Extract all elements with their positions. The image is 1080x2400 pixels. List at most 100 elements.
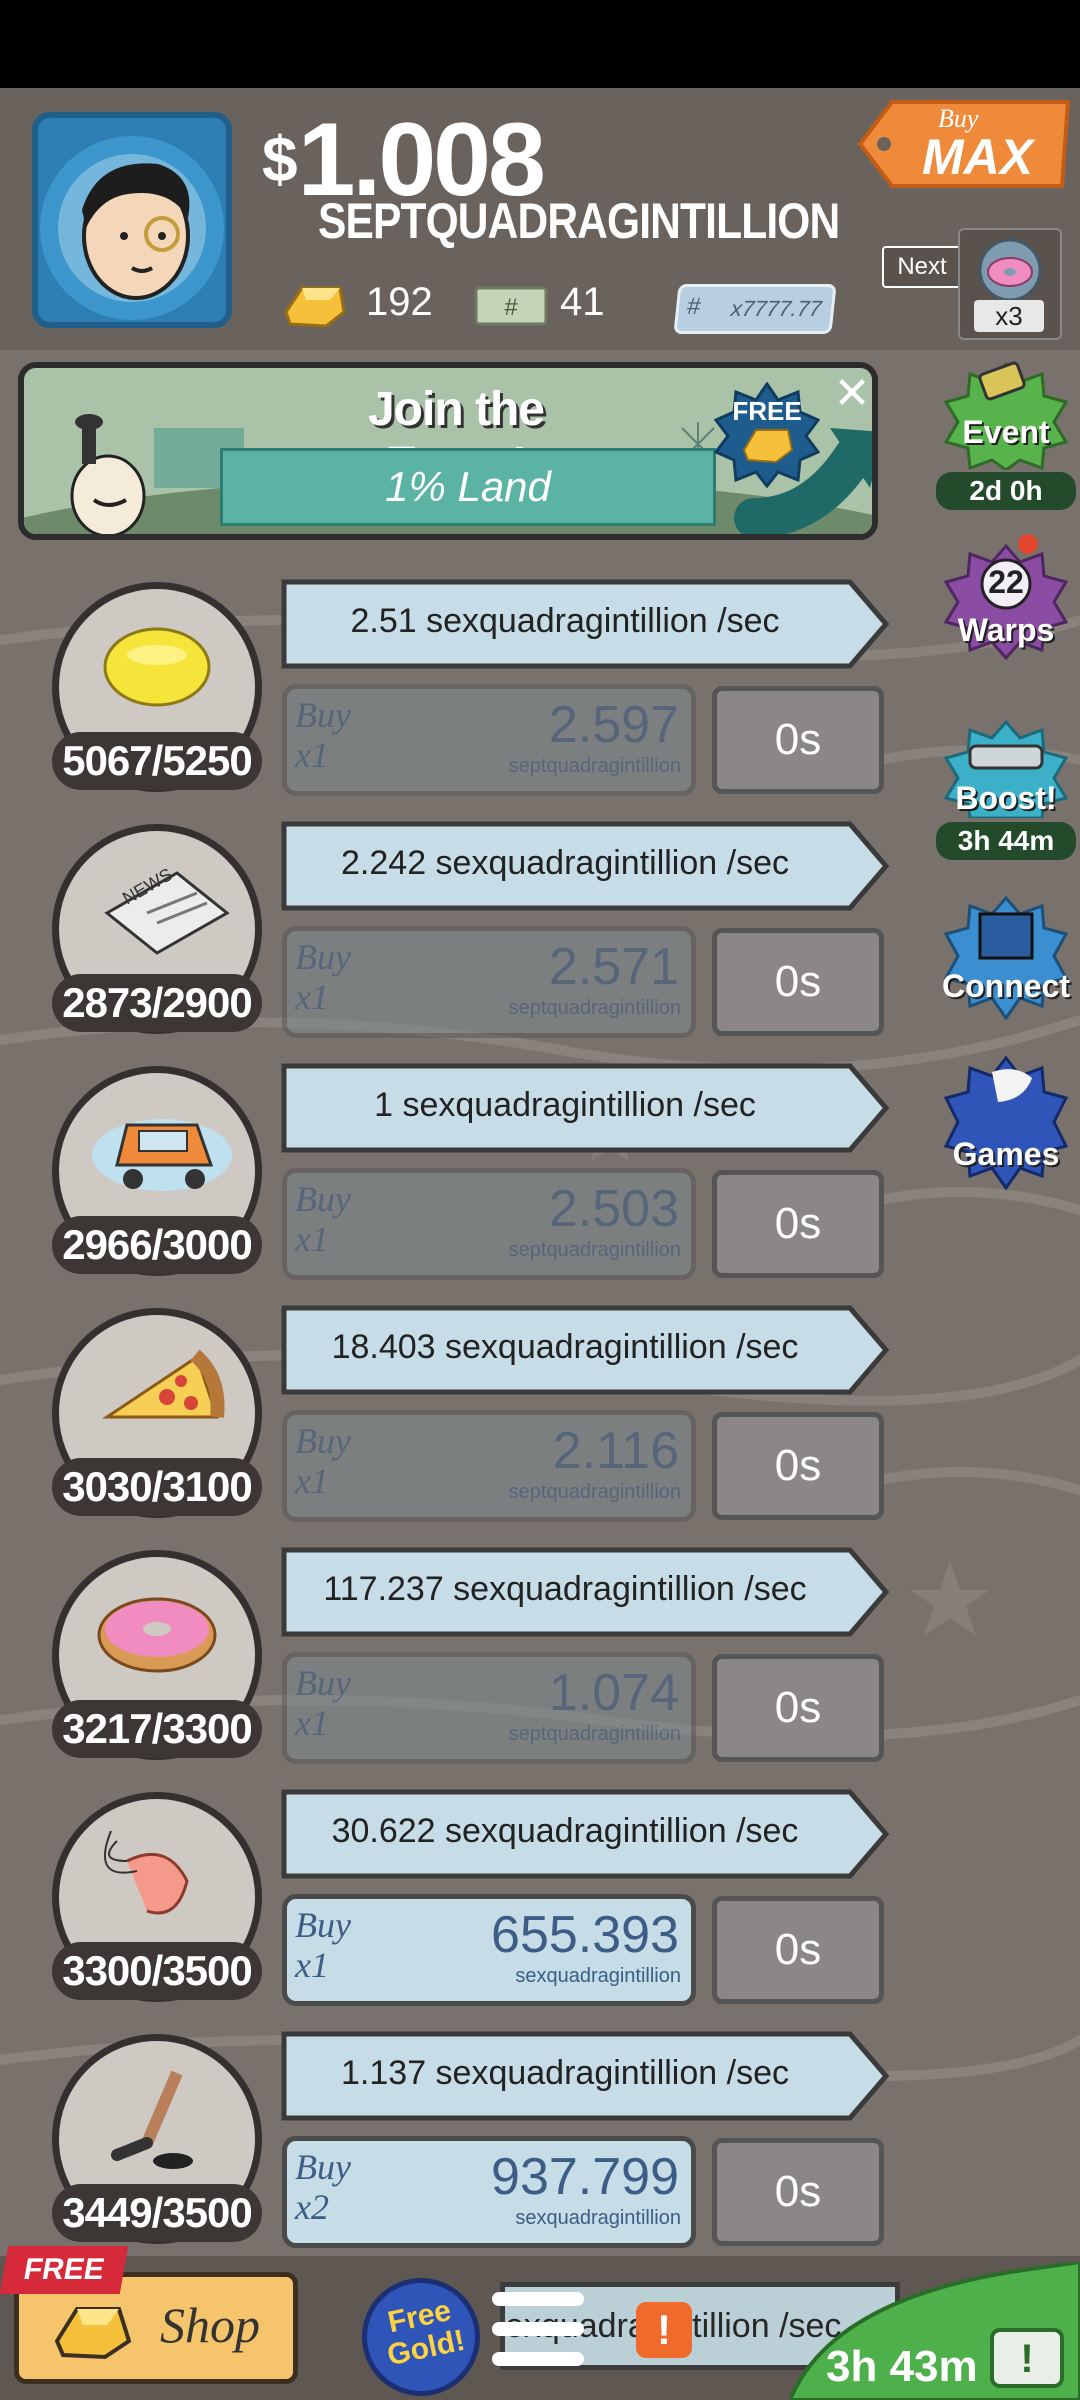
- bill-ticket[interactable]: # x7777.77: [673, 284, 837, 334]
- hockey-icon: [111, 2070, 193, 2169]
- money-unit: SEPTQUADRAGINTILLION: [318, 193, 840, 249]
- buy-cost: 937.799: [491, 2148, 679, 2206]
- connect-label: Connect: [942, 968, 1070, 1004]
- hamburger-menu-icon[interactable]: [492, 2288, 584, 2370]
- next-multiplier: x3: [974, 300, 1044, 332]
- games-label: Games: [952, 1136, 1060, 1172]
- business-rate: 1.137 sexquadragintillion /sec: [341, 2054, 789, 2092]
- close-icon[interactable]: ✕: [832, 372, 872, 416]
- alert-icon[interactable]: !: [636, 2302, 692, 2358]
- buy-label: Buy x1: [295, 1421, 351, 1501]
- connect-button[interactable]: Connect: [936, 894, 1076, 1024]
- games-badge-icon: [943, 1055, 1069, 1191]
- free-badge-label: FREE: [732, 396, 802, 426]
- buy-cost: 1.074: [548, 1664, 679, 1722]
- business-owned-count: 3217/3300: [52, 1700, 262, 1758]
- business-owned-count: 3030/3100: [52, 1458, 262, 1516]
- megabucks-count: 41: [560, 280, 605, 324]
- buy-button[interactable]: Buy x1 2.597 septquadragintillion: [282, 684, 696, 796]
- car-icon: [92, 1119, 232, 1191]
- event-banner[interactable]: Join the Event! 1% Land FREE ✕: [18, 362, 878, 540]
- buy-button[interactable]: Buy x1 655.393 sexquadragintillion: [282, 1894, 696, 2006]
- buy-cost-unit: septquadragintillion: [508, 997, 681, 1019]
- event-button-label: Event: [962, 414, 1050, 450]
- warps-count: 22: [988, 564, 1024, 600]
- buy-cost-unit: sexquadragintillion: [515, 2207, 681, 2229]
- business-rate: 2.51 sexquadragintillion /sec: [350, 602, 780, 640]
- lemon-icon: [103, 627, 211, 707]
- business-row-pizza: 3030/3100 18.403 sexquadragintillion /se…: [0, 1305, 900, 1548]
- boost-timer: 3h 44m: [936, 822, 1076, 860]
- gold-bar-icon: [284, 286, 346, 328]
- shrimp-icon: [103, 1830, 189, 1915]
- shop-label: Shop: [160, 2297, 260, 2353]
- donut-icon: [97, 1597, 217, 1673]
- business-row-hockey: 3449/3500 1.137 sexquadragintillion /sec…: [0, 2031, 900, 2274]
- buy-button[interactable]: Buy x1 2.503 septquadragintillion: [282, 1168, 696, 1280]
- player-avatar[interactable]: [32, 112, 232, 328]
- business-row-lemon: 5067/5250 2.51 sexquadragintillion /sec …: [0, 579, 900, 822]
- business-timer[interactable]: 0s: [712, 686, 884, 794]
- buy-max-button[interactable]: Buy MAX: [856, 96, 1072, 192]
- next-unlock-box[interactable]: x3: [958, 228, 1062, 340]
- business-owned-count: 2966/3000: [52, 1216, 262, 1274]
- buy-cost-unit: sexquadragintillion: [515, 1965, 681, 1987]
- business-timer[interactable]: 0s: [712, 1170, 884, 1278]
- boost-button[interactable]: Boost! 3h 44m: [936, 718, 1076, 860]
- free-gold-button[interactable]: Free Gold!: [362, 2278, 480, 2396]
- buy-label: Buy x1: [295, 1179, 351, 1259]
- business-timer[interactable]: 0s: [712, 928, 884, 1036]
- business-timer[interactable]: 0s: [712, 1654, 884, 1762]
- buy-label: Buy x1: [295, 1663, 351, 1743]
- business-row-car: 2966/3000 1 sexquadragintillion /sec Buy…: [0, 1063, 900, 1306]
- svg-text:#: #: [504, 294, 518, 321]
- newspaper-icon: NEWS: [104, 864, 230, 955]
- business-rate: 1 sexquadragintillion /sec: [374, 1086, 756, 1124]
- business-row-donut: 3217/3300 117.237 sexquadragintillion /s…: [0, 1547, 900, 1790]
- buy-label: Buy x2: [295, 2147, 351, 2227]
- buy-label: Buy x1: [295, 1905, 351, 1985]
- free-tag: FREE: [0, 2246, 129, 2294]
- business-timer[interactable]: 0s: [712, 2138, 884, 2246]
- event-subtitle: 1% Land: [220, 448, 716, 526]
- buy-cost-unit: septquadragintillion: [508, 1723, 681, 1745]
- buy-button[interactable]: Buy x1 2.571 septquadragintillion: [282, 926, 696, 1038]
- bill-counter: x7777.77: [729, 296, 823, 321]
- business-row-newspaper: NEWS 2873/2900 2.242 sexquadragintillion…: [0, 821, 900, 1064]
- bill-icon: #: [685, 293, 703, 320]
- event-button[interactable]: Event 2d 0h: [936, 360, 1076, 510]
- donut-icon: [978, 238, 1042, 302]
- tv-timer-button[interactable]: ! 3h 43m: [790, 2262, 1080, 2400]
- buy-label: Buy x1: [295, 695, 351, 775]
- free-gold-badge: FREE: [713, 381, 821, 489]
- buy-button[interactable]: Buy x2 937.799 sexquadragintillion: [282, 2136, 696, 2248]
- warps-button[interactable]: 22 Warps: [938, 532, 1074, 680]
- boost-label: Boost!: [955, 780, 1057, 816]
- buy-cost: 2.597: [548, 696, 679, 754]
- astronaut-face-icon: [40, 136, 224, 320]
- games-button[interactable]: Games: [936, 1052, 1076, 1198]
- business-timer[interactable]: 0s: [712, 1412, 884, 1520]
- currency-symbol: $: [262, 123, 298, 195]
- pizza-icon: [102, 1349, 225, 1419]
- tv-timer-text: 3h 43m: [826, 2342, 978, 2391]
- business-timer[interactable]: 0s: [712, 1896, 884, 2004]
- status-bar: [0, 0, 1080, 88]
- business-rate: 30.622 sexquadragintillion /sec: [331, 1812, 799, 1850]
- buy-cost-unit: septquadragintillion: [508, 1481, 681, 1503]
- buy-cost: 655.393: [491, 1906, 679, 1964]
- warps-badge-icon: [943, 534, 1069, 661]
- business-owned-count: 3449/3500: [52, 2184, 262, 2242]
- buy-cost: 2.503: [548, 1180, 679, 1238]
- megabucks-icon: #: [474, 286, 548, 326]
- warps-label: Warps: [957, 612, 1055, 648]
- buy-button[interactable]: Buy x1 1.074 septquadragintillion: [282, 1652, 696, 1764]
- buy-button[interactable]: Buy x1 2.116 septquadragintillion: [282, 1410, 696, 1522]
- business-owned-count: 5067/5250: [52, 732, 262, 790]
- buy-max-label: MAX: [922, 129, 1034, 185]
- buy-label: Buy x1: [295, 937, 351, 1017]
- business-row-shrimp: 3300/3500 30.622 sexquadragintillion /se…: [0, 1789, 900, 2032]
- buy-cost: 2.116: [552, 1422, 679, 1480]
- gold-count: 192: [366, 280, 433, 324]
- event-timer: 2d 0h: [936, 472, 1076, 510]
